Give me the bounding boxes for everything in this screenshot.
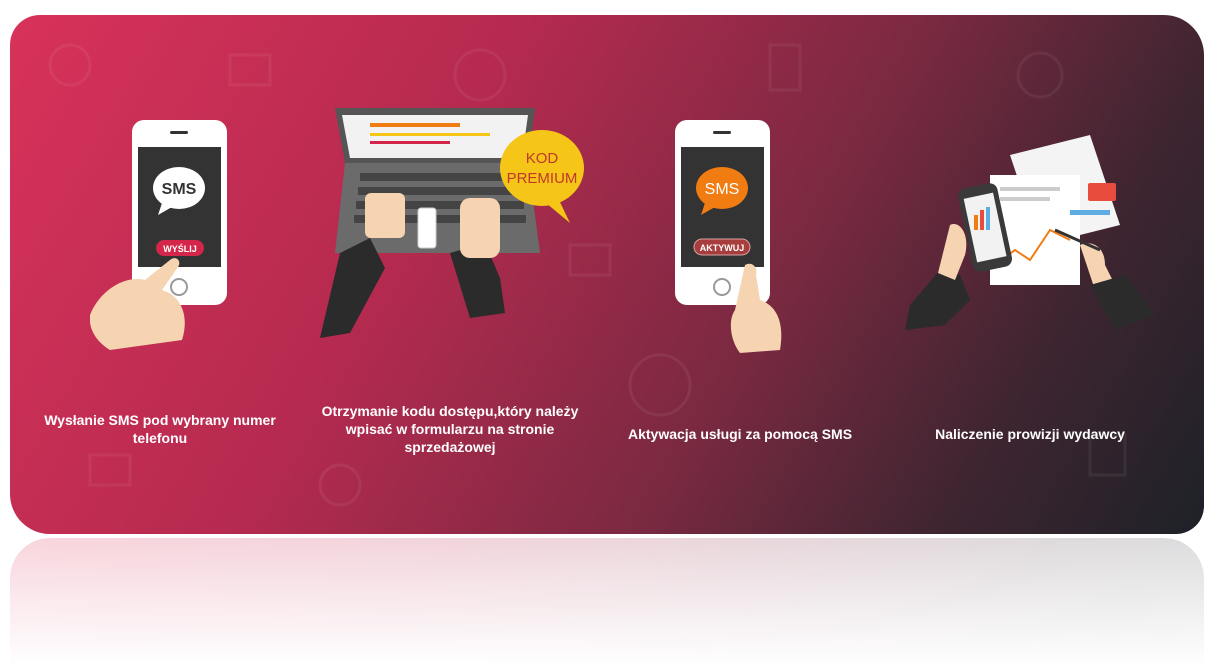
sms-bubble-text: SMS [162, 181, 197, 198]
step-4-caption: Naliczenie prowizji wydawcy [935, 426, 1125, 442]
commission-documents-icon [905, 135, 1155, 330]
banner-reflection [10, 538, 1204, 666]
kod-text: KOD [526, 150, 559, 167]
step-3-caption: Aktywacja usługi za pomocą SMS [627, 426, 853, 442]
activate-button-label: AKTYWUJ [700, 243, 745, 253]
send-button-label: WYŚLIJ [163, 243, 197, 254]
phone-sms-activate-icon: SMS AKTYWUJ [675, 120, 782, 353]
step-2-caption: Otrzymanie kodu dostępu,który należy wpi… [321, 403, 579, 455]
phone-sms-send-icon: SMS WYŚLIJ [90, 120, 227, 350]
laptop-premium-code-icon: KOD PREMIUM [320, 108, 584, 338]
sms-bubble-text-2: SMS [705, 181, 740, 198]
steps-banner: SMS WYŚLIJ Wysłanie SMS pod wybrany nume… [10, 15, 1204, 534]
premium-text: PREMIUM [507, 170, 578, 187]
step-1-caption: Wysłanie SMS pod wybrany numer telefonu [44, 412, 276, 446]
